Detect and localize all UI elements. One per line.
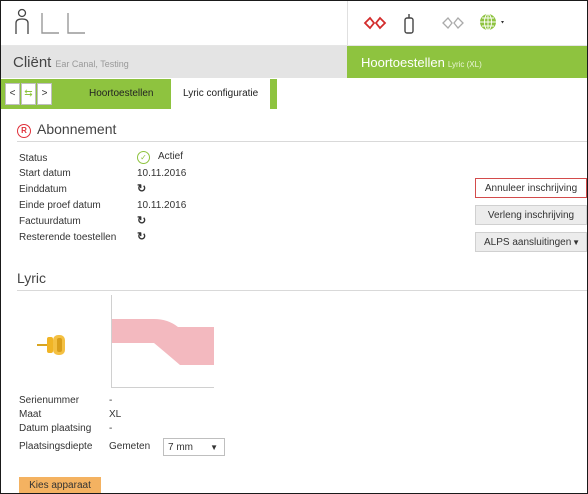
top-bar: [1, 1, 587, 46]
start-date-value: 10.11.2016: [137, 168, 187, 179]
remote-control-icon[interactable]: [403, 14, 415, 34]
device-bar[interactable]: Hoortoestellen Lyric (XL): [347, 46, 587, 78]
cancel-subscription-button[interactable]: Annuleer inschrijving: [475, 178, 587, 198]
remaining-devices-label: Resterende toestellen: [19, 232, 117, 243]
depth-select-value: 7 mm: [168, 442, 193, 453]
chevron-down-icon: ▼: [210, 443, 218, 452]
device-label: Hoortoestellen: [361, 55, 445, 70]
lyric-divider: [17, 290, 587, 291]
depth-select[interactable]: 7 mm ▼: [163, 438, 225, 456]
lyric-heading: Lyric: [17, 270, 47, 286]
hearing-aid-pair-icon[interactable]: [363, 14, 387, 32]
subscription-heading: R Abonnement: [17, 121, 116, 138]
refresh-icon[interactable]: ↻: [137, 182, 146, 195]
insertion-depth-value: Gemeten: [109, 441, 151, 452]
choose-device-button[interactable]: Kies apparaat: [19, 477, 101, 493]
serial-number-value: -: [109, 395, 113, 406]
tab-hoortoestellen[interactable]: Hoortoestellen: [77, 79, 165, 109]
trial-end-date-value: 10.11.2016: [137, 200, 187, 211]
status-text: Actief: [158, 151, 184, 162]
left-ear-icon[interactable]: [39, 11, 61, 35]
chevron-down-icon: ▼: [572, 238, 580, 247]
device-model: Lyric (XL): [447, 60, 482, 69]
top-divider: [347, 1, 348, 45]
tab-strip: < ⇆ > Hoortoestellen Lyric configuratie: [1, 79, 277, 109]
ear-canal-graphic: [112, 319, 214, 365]
status-label: Status: [19, 153, 48, 164]
registered-icon: R: [17, 124, 31, 138]
serial-number-label: Serienummer: [19, 395, 80, 406]
check-icon: ✓: [137, 151, 150, 164]
invoice-date-label: Factuurdatum: [19, 216, 81, 227]
forward-button[interactable]: >: [37, 83, 52, 105]
alps-label: ALPS aansluitingen: [484, 237, 572, 248]
subscription-divider: [17, 141, 587, 142]
placement-date-label: Datum plaatsing: [19, 423, 92, 434]
right-ear-icon[interactable]: [65, 11, 87, 35]
end-date-label: Einddatum: [19, 184, 67, 195]
person-icon[interactable]: [13, 8, 31, 36]
insertion-depth-diagram: [111, 295, 214, 388]
swap-button[interactable]: ⇆: [21, 83, 36, 105]
tabs-row: < ⇆ > Hoortoestellen Lyric configuratie: [1, 79, 587, 109]
size-value: XL: [109, 409, 122, 420]
tab-lyric-configuratie[interactable]: Lyric configuratie: [171, 79, 271, 109]
client-name: Ear Canal, Testing: [55, 59, 129, 69]
insertion-depth-label: Plaatsingsdiepte: [19, 441, 93, 452]
refresh-icon[interactable]: ↻: [137, 214, 146, 227]
alps-connections-dropdown[interactable]: ALPS aansluitingen ▼: [475, 232, 587, 252]
lyric-device-icon: [37, 335, 65, 355]
extend-subscription-button[interactable]: Verleng inschrijving: [475, 205, 587, 225]
client-bar[interactable]: Cliënt Ear Canal, Testing: [1, 46, 347, 78]
back-button[interactable]: <: [5, 83, 20, 105]
hearing-aid-pair-outline-icon[interactable]: [441, 14, 465, 32]
client-label: Cliënt: [13, 54, 52, 71]
start-date-label: Start datum: [19, 168, 71, 179]
status-value: ✓ Actief: [137, 151, 183, 164]
size-label: Maat: [19, 409, 42, 420]
refresh-icon[interactable]: ↻: [137, 230, 146, 243]
subscription-title: Abonnement: [37, 121, 117, 137]
app-window: Cliënt Ear Canal, Testing Hoortoestellen L…: [0, 0, 588, 494]
placement-date-value: -: [109, 423, 113, 434]
trial-end-date-label: Einde proef datum: [19, 200, 101, 211]
globe-icon[interactable]: [479, 12, 509, 32]
